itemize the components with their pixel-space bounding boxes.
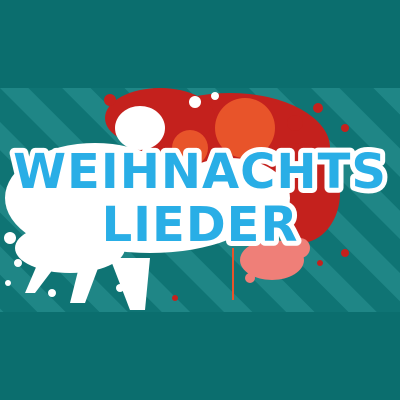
title-banner: WEIHNACHTS LIEDER bbox=[0, 88, 400, 312]
title-line-1: WEIHNACHTS bbox=[13, 144, 387, 200]
banner-graphic: WEIHNACHTS LIEDER bbox=[0, 88, 400, 312]
title-line-2: LIEDER bbox=[102, 197, 299, 253]
image-frame: WEIHNACHTS LIEDER bbox=[0, 0, 400, 400]
